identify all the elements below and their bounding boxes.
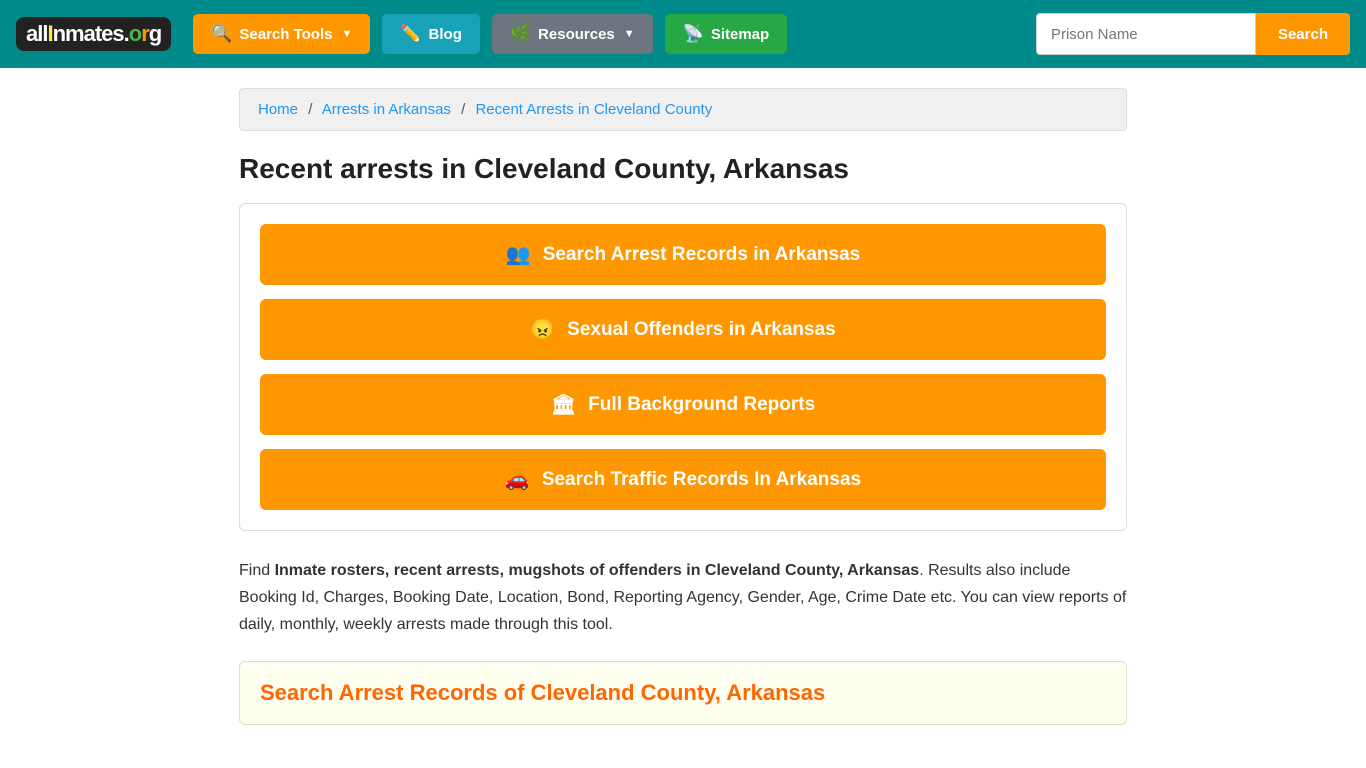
sitemap-icon: 📡 — [683, 24, 704, 44]
resources-label: Resources — [538, 26, 615, 43]
page-title: Recent arrests in Cleveland County, Arka… — [239, 153, 1127, 185]
logo[interactable]: allInmates.org — [16, 17, 171, 51]
description-prefix: Find — [239, 562, 275, 579]
action-card: 👥 Search Arrest Records in Arkansas 😠 Se… — [239, 203, 1127, 531]
search-arrest-heading: Search Arrest Records of Cleveland Count… — [260, 680, 1106, 706]
search-tools-icon: 🔍 — [211, 24, 232, 44]
resources-icon: 🌿 — [510, 24, 531, 44]
search-arrest-section: Search Arrest Records of Cleveland Count… — [239, 661, 1127, 725]
chevron-down-icon-resources: ▼ — [624, 28, 635, 40]
resources-button[interactable]: 🌿 Resources ▼ — [492, 14, 653, 54]
description-paragraph: Find Inmate rosters, recent arrests, mug… — [239, 557, 1127, 639]
search-tools-label: Search Tools — [239, 26, 332, 43]
search-tools-button[interactable]: 🔍 Search Tools ▼ — [193, 14, 370, 54]
traffic-records-button[interactable]: 🚗 Search Traffic Records In Arkansas — [260, 449, 1106, 510]
arrest-records-icon: 👥 — [506, 242, 531, 267]
full-background-reports-label: Full Background Reports — [588, 394, 815, 416]
sexual-offenders-label: Sexual Offenders in Arkansas — [567, 319, 836, 341]
blog-icon: ✏️ — [400, 24, 421, 44]
navbar-search-button[interactable]: Search — [1256, 13, 1350, 55]
chevron-down-icon: ▼ — [341, 28, 352, 40]
traffic-records-label: Search Traffic Records In Arkansas — [542, 469, 861, 491]
search-arrest-records-button[interactable]: 👥 Search Arrest Records in Arkansas — [260, 224, 1106, 285]
main-content: Home / Arrests in Arkansas / Recent Arre… — [223, 68, 1143, 765]
sexual-offenders-button[interactable]: 😠 Sexual Offenders in Arkansas — [260, 299, 1106, 360]
navbar: allInmates.org 🔍 Search Tools ▼ ✏️ Blog … — [0, 0, 1366, 68]
breadcrumb: Home / Arrests in Arkansas / Recent Arre… — [239, 88, 1127, 131]
sitemap-button[interactable]: 📡 Sitemap — [665, 14, 788, 54]
breadcrumb-arrests-arkansas[interactable]: Arrests in Arkansas — [322, 101, 451, 118]
search-arrest-records-label: Search Arrest Records in Arkansas — [543, 244, 861, 266]
navbar-search-area: Search — [1036, 13, 1350, 55]
breadcrumb-sep-2: / — [461, 101, 465, 118]
sitemap-label: Sitemap — [711, 26, 769, 43]
traffic-records-icon: 🚗 — [505, 467, 530, 492]
prison-name-input[interactable] — [1036, 13, 1256, 55]
blog-button[interactable]: ✏️ Blog — [382, 14, 480, 54]
breadcrumb-current: Recent Arrests in Cleveland County — [475, 101, 712, 118]
background-reports-icon: 🏛 — [551, 392, 576, 417]
blog-label: Blog — [429, 26, 462, 43]
sexual-offenders-icon: 😠 — [530, 317, 555, 342]
full-background-reports-button[interactable]: 🏛 Full Background Reports — [260, 374, 1106, 435]
breadcrumb-home[interactable]: Home — [258, 101, 298, 118]
search-button-label: Search — [1278, 26, 1328, 43]
description-bold: Inmate rosters, recent arrests, mugshots… — [275, 562, 920, 579]
breadcrumb-sep-1: / — [308, 101, 312, 118]
